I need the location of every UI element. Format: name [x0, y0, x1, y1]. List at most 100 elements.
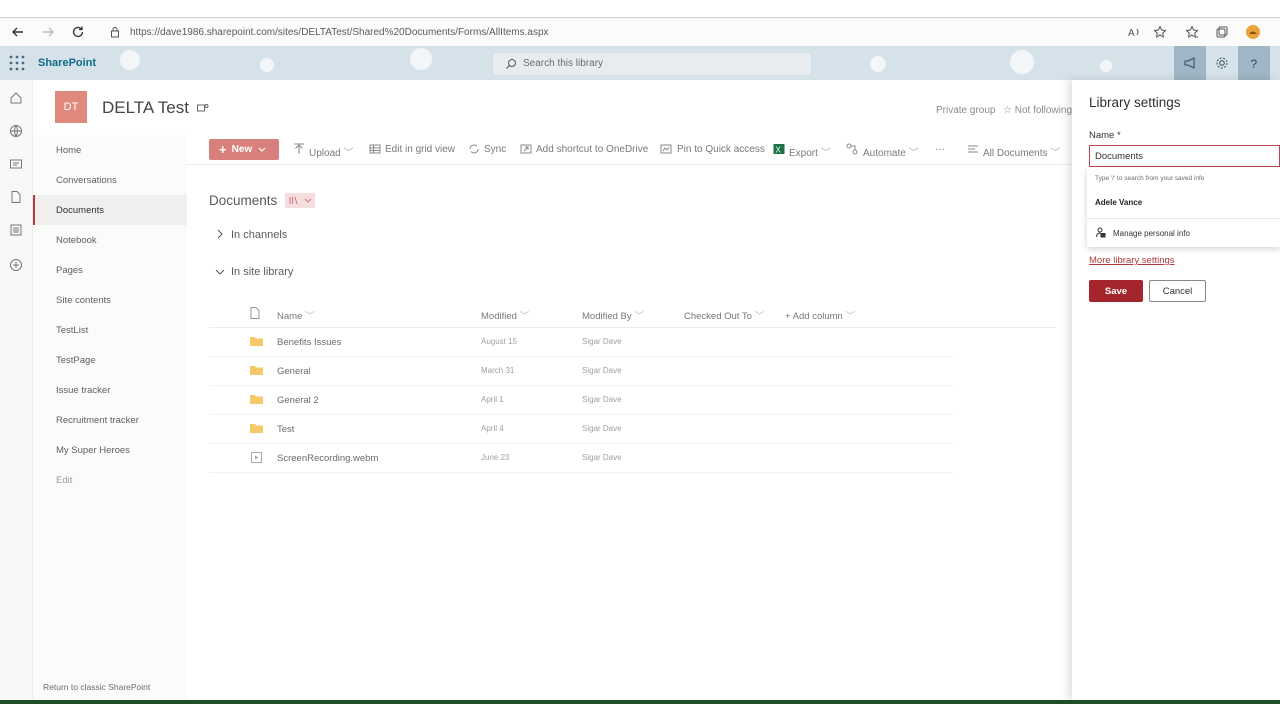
- nav-item-testpage[interactable]: TestPage: [56, 355, 96, 366]
- folder-icon: [250, 424, 263, 433]
- globe-icon[interactable]: [9, 124, 23, 138]
- add-column-button[interactable]: + Add column ﹀: [785, 308, 855, 322]
- table-row[interactable]: ScreenRecording.webm June 23 Sigar Dave: [209, 444, 953, 473]
- automate-button[interactable]: Automate ﹀: [863, 144, 919, 159]
- svg-text:?: ?: [1251, 57, 1258, 70]
- edit-grid-button[interactable]: Edit in grid view: [385, 144, 455, 155]
- sync-button[interactable]: Sync: [484, 144, 506, 155]
- file-type-icon[interactable]: [250, 307, 260, 319]
- table-row[interactable]: Benefits Issues August 15 Sigar Dave: [209, 328, 953, 357]
- nav-item-edit[interactable]: Edit: [56, 475, 72, 486]
- lock-icon[interactable]: [105, 22, 125, 42]
- row-name[interactable]: Test: [277, 424, 294, 435]
- megaphone-icon[interactable]: [1174, 46, 1206, 80]
- sharepoint-brand[interactable]: SharePoint: [38, 57, 96, 69]
- row-modified-by[interactable]: Sigar Dave: [582, 453, 622, 462]
- excel-icon[interactable]: X: [773, 143, 785, 155]
- refresh-icon[interactable]: [68, 22, 88, 42]
- star-icon: ☆: [1003, 105, 1012, 116]
- nav-item-notebook[interactable]: Notebook: [56, 235, 97, 246]
- sync-icon[interactable]: [468, 143, 480, 155]
- name-field[interactable]: Documents: [1089, 145, 1280, 167]
- export-label: Export: [789, 148, 818, 159]
- address-bar[interactable]: https://dave1986.sharepoint.com/sites/DE…: [130, 27, 549, 38]
- pin-icon[interactable]: [660, 143, 672, 155]
- table-row[interactable]: Test April 4 Sigar Dave: [209, 415, 953, 444]
- personal-info-icon: [1096, 227, 1106, 238]
- row-modified-by[interactable]: Sigar Dave: [582, 337, 622, 346]
- section-in-channels[interactable]: In channels: [231, 229, 287, 241]
- export-button[interactable]: Export ﹀: [789, 144, 831, 159]
- nav-item-home[interactable]: Home: [56, 145, 81, 156]
- site-logo[interactable]: DT: [55, 91, 87, 123]
- nav-item-documents[interactable]: Documents: [56, 205, 104, 216]
- row-name[interactable]: General: [277, 366, 311, 377]
- row-modified-by[interactable]: Sigar Dave: [582, 366, 622, 375]
- read-aloud-icon[interactable]: A: [1124, 22, 1144, 42]
- app-launcher-icon[interactable]: [8, 54, 26, 72]
- automate-label: Automate: [863, 148, 906, 159]
- row-modified-by[interactable]: Sigar Dave: [582, 424, 622, 433]
- grid-icon[interactable]: [369, 143, 381, 155]
- nav-item-pages[interactable]: Pages: [56, 265, 83, 276]
- bottom-strip: [0, 700, 1280, 720]
- library-view-icon[interactable]: [285, 193, 315, 208]
- column-modified[interactable]: Modified ﹀: [481, 308, 529, 322]
- profile-icon[interactable]: [1243, 22, 1263, 42]
- add-shortcut-button[interactable]: Add shortcut to OneDrive: [536, 144, 648, 155]
- upload-icon[interactable]: [293, 143, 305, 155]
- nav-item-recruitment-tracker[interactable]: Recruitment tracker: [56, 415, 139, 426]
- autofill-suggestion[interactable]: Adele Vance: [1095, 198, 1142, 207]
- lists-icon[interactable]: [9, 223, 23, 237]
- chevron-down-icon[interactable]: [215, 267, 225, 277]
- more-library-settings-link[interactable]: More library settings: [1089, 255, 1175, 266]
- nav-item-my-super-heroes[interactable]: My Super Heroes: [56, 445, 130, 456]
- favorites-icon[interactable]: [1182, 22, 1202, 42]
- return-to-classic-link[interactable]: Return to classic SharePoint: [43, 682, 150, 692]
- shortcut-icon[interactable]: [520, 143, 532, 155]
- automate-icon[interactable]: [846, 143, 858, 155]
- column-modified-by[interactable]: Modified By ﹀: [582, 308, 644, 322]
- column-name[interactable]: Name ﹀: [277, 308, 315, 322]
- table-row[interactable]: General March 31 Sigar Dave: [209, 357, 953, 386]
- row-modified: June 23: [481, 453, 510, 462]
- help-icon[interactable]: ?: [1238, 46, 1270, 80]
- upload-button[interactable]: Upload ﹀: [309, 144, 353, 159]
- new-button[interactable]: + New: [209, 139, 279, 160]
- section-in-site-library[interactable]: In site library: [231, 266, 293, 278]
- row-modified-by[interactable]: Sigar Dave: [582, 395, 622, 404]
- back-icon[interactable]: [8, 22, 28, 42]
- view-selector[interactable]: All Documents ﹀: [983, 144, 1060, 159]
- forward-icon[interactable]: [38, 22, 58, 42]
- pin-quick-access-button[interactable]: Pin to Quick access: [677, 144, 765, 155]
- nav-item-site-contents[interactable]: Site contents: [56, 295, 111, 306]
- follow-button[interactable]: ☆ Not following: [1003, 105, 1072, 116]
- home-icon[interactable]: [9, 91, 23, 105]
- view-options-icon[interactable]: [967, 143, 979, 155]
- create-icon[interactable]: [9, 258, 23, 272]
- news-icon[interactable]: [9, 157, 23, 171]
- favorite-add-icon[interactable]: [1150, 22, 1170, 42]
- table-row[interactable]: General 2 April 1 Sigar Dave: [209, 386, 953, 415]
- nav-item-testlist[interactable]: TestList: [56, 325, 88, 336]
- row-name[interactable]: ScreenRecording.webm: [277, 453, 378, 464]
- save-button[interactable]: Save: [1089, 280, 1143, 302]
- nav-item-issue-tracker[interactable]: Issue tracker: [56, 385, 110, 396]
- site-title[interactable]: DELTA Test: [102, 98, 209, 118]
- search-box[interactable]: Search this library: [493, 53, 811, 75]
- teams-icon[interactable]: [196, 103, 209, 113]
- cancel-button[interactable]: Cancel: [1149, 280, 1206, 302]
- privacy-label: Private group: [936, 105, 996, 116]
- files-icon[interactable]: [9, 190, 23, 204]
- manage-personal-info[interactable]: Manage personal info: [1113, 229, 1190, 238]
- settings-icon[interactable]: [1206, 46, 1238, 80]
- row-name[interactable]: Benefits Issues: [277, 337, 341, 348]
- collections-icon[interactable]: [1212, 22, 1232, 42]
- row-name[interactable]: General 2: [277, 395, 319, 406]
- row-modified: April 4: [481, 424, 504, 433]
- column-checked-out-to[interactable]: Checked Out To ﹀: [684, 308, 764, 322]
- chevron-right-icon[interactable]: [215, 229, 225, 239]
- more-commands-button[interactable]: ···: [935, 144, 945, 155]
- row-modified: August 15: [481, 337, 518, 346]
- nav-item-conversations[interactable]: Conversations: [56, 175, 117, 186]
